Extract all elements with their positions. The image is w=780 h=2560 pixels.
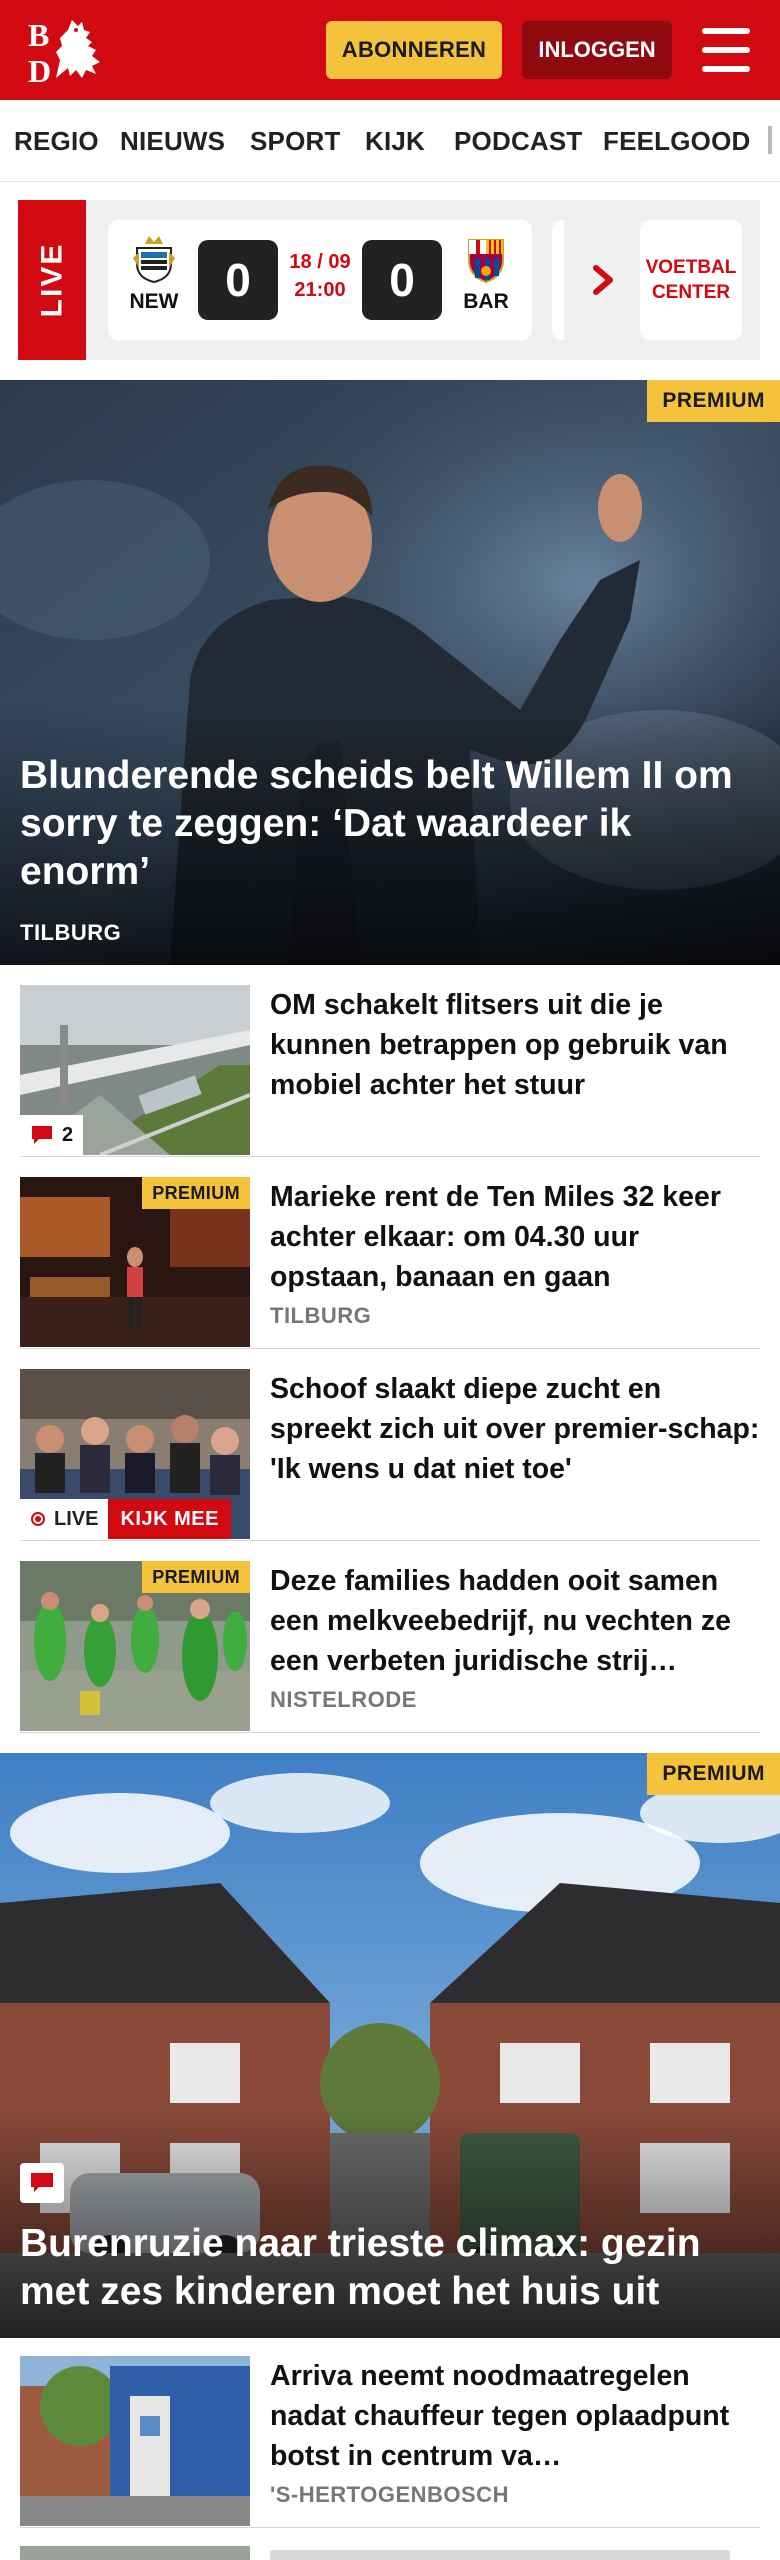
hero-2-headline[interactable]: Burenruzie naar trieste climax: gezin me… [20,2220,760,2316]
live-indicator: LIVE [20,1499,109,1539]
voetbal-center-button[interactable]: VOETBAL CENTER [640,220,742,340]
svg-text:B: B [28,17,49,53]
next-list-item-peek [20,2546,760,2560]
article-thumbnail [20,2546,250,2560]
list-item[interactable]: Arriva neemt noodmaatregelen nadat chauf… [20,2356,760,2528]
next-match-card-stub [552,220,564,340]
barcelona-crest-icon [461,234,511,284]
article-title [270,2550,730,2560]
login-button[interactable]: INLOGGEN [522,21,672,79]
nav-item-kijk[interactable]: KIJK [365,126,425,157]
article-thumbnail: PREMIUM [20,1561,250,1731]
live-video-badge[interactable]: LIVE KIJK MEE [20,1499,231,1539]
article-title[interactable]: Arriva neemt noodmaatregelen nadat chauf… [270,2356,760,2476]
away-score: 0 [362,240,442,320]
menu-icon[interactable] [700,26,752,74]
article-thumbnail: 2 [20,985,250,1155]
article-location: 'S-HERTOGENBOSCH [270,2482,509,2507]
comment-count-badge: 2 [20,1115,84,1155]
home-team: NEW [116,234,192,314]
match-time: 21:00 [294,279,346,301]
nav-item-feelgood[interactable]: FEELGOOD [603,126,751,157]
away-team-abbr: BAR [463,290,509,313]
nav-item-regio[interactable]: REGIO [14,126,99,157]
comment-icon [20,2163,64,2203]
live-text: LIVE [54,1507,99,1530]
home-team-abbr: NEW [129,290,179,313]
bd-logo[interactable]: B D [26,16,118,89]
match-card[interactable]: NEW 0 18 / 09 21:00 0 BAR [108,220,532,340]
nav-item-sport[interactable]: SPORT [250,126,341,157]
section-nav: REGIO NIEUWS SPORT KIJK PODCAST FEELGOOD [0,100,780,182]
article-title[interactable]: Marieke rent de Ten Miles 32 keer achter… [270,1177,760,1297]
hero-article-1[interactable]: PREMIUM Blunderende scheids belt Willem … [0,380,780,965]
live-scores-strip: LIVE NEW 0 18 / 09 21:00 0 BAR VOETBAL C… [18,200,760,360]
premium-badge: PREMIUM [142,1561,250,1593]
premium-badge: PREMIUM [647,1753,780,1795]
article-thumbnail [20,2356,250,2526]
nav-overflow-indicator [768,126,772,154]
subscribe-button[interactable]: ABONNEREN [326,21,502,79]
hero-1-location: TILBURG [20,920,122,945]
article-title[interactable]: OM schakelt flitsers uit die je kunnen b… [270,985,760,1105]
premium-badge: PREMIUM [142,1177,250,1209]
svg-text:D: D [28,53,51,86]
article-location: TILBURG [270,1303,372,1328]
premium-badge: PREMIUM [647,380,780,422]
chevron-right-icon[interactable] [584,250,624,310]
home-score: 0 [198,240,278,320]
live-dot-icon [31,1512,45,1526]
live-tab[interactable]: LIVE [18,200,86,360]
article-thumbnail: LIVE KIJK MEE [20,1369,250,1539]
newcastle-crest-icon [129,234,179,284]
hero-article-2[interactable]: PREMIUM Burenruzie naar trieste climax: … [0,1753,780,2338]
live-label: LIVE [35,242,68,318]
list-item[interactable]: PREMIUM Deze families hadden ooit samen … [20,1561,760,1733]
comment-count: 2 [62,1123,74,1146]
watch-live-button[interactable]: KIJK MEE [108,1499,231,1539]
nav-item-podcast[interactable]: PODCAST [454,126,583,157]
list-item[interactable]: PREMIUM Marieke rent de Ten Miles 32 kee… [20,1177,760,1349]
comment-icon [32,1126,52,1144]
away-team: BAR [448,234,524,314]
list-item[interactable]: LIVE KIJK MEE Schoof slaakt diepe zucht … [20,1369,760,1541]
article-thumbnail: PREMIUM [20,1177,250,1347]
list-item[interactable]: 2 OM schakelt flitsers uit die je kunnen… [20,985,760,1157]
match-datetime: 18 / 09 21:00 [280,248,360,304]
match-date: 18 / 09 [289,251,351,273]
top-header-bar: B D ABONNEREN INLOGGEN [0,0,780,100]
article-title[interactable]: Deze families hadden ooit samen een melk… [270,1561,760,1681]
nav-item-nieuws[interactable]: NIEUWS [120,126,225,157]
article-title[interactable]: Schoof slaakt diepe zucht en spreekt zic… [270,1369,760,1489]
article-location: NISTELRODE [270,1687,417,1712]
hero-1-headline[interactable]: Blunderende scheids belt Willem II om so… [20,752,760,896]
